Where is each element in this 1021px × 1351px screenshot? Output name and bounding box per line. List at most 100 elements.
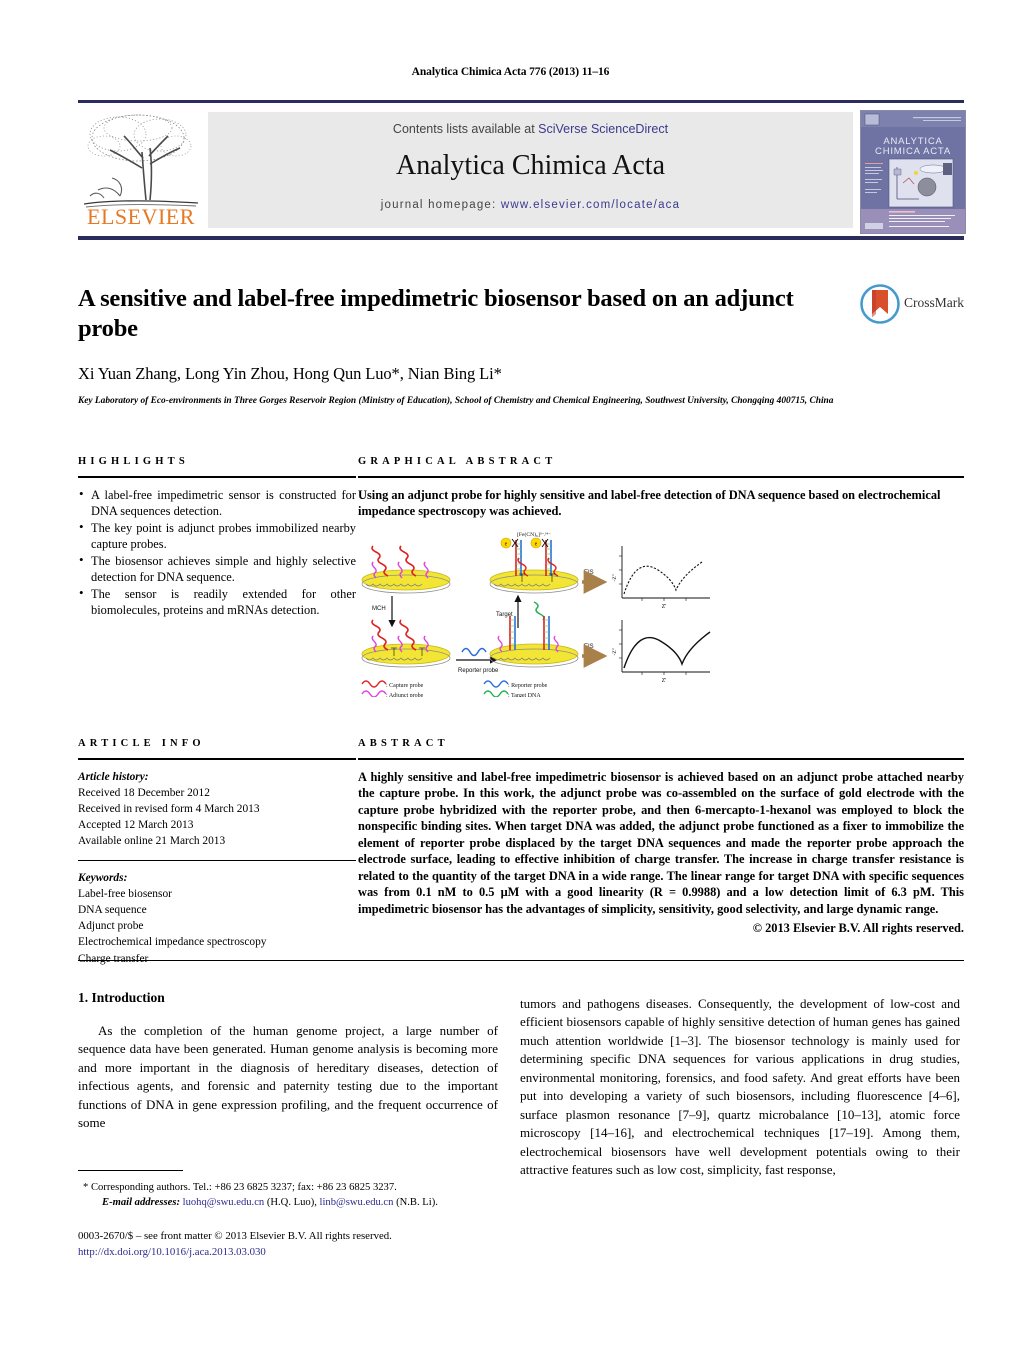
history-item: Received in revised form 4 March 2013 — [78, 802, 260, 815]
graphical-abstract-figure: MCH Reporter probe e e [Fe(CN)₆]³⁻/⁴⁻ Ta… — [358, 531, 753, 699]
abstract-rule — [358, 758, 964, 760]
masthead-top-rule — [78, 100, 964, 103]
abstract-text: A highly sensitive and label-free impedi… — [358, 769, 964, 916]
svg-text:e: e — [505, 542, 508, 548]
svg-text:CHIMICA ACTA: CHIMICA ACTA — [875, 146, 951, 157]
footnotes: * Corresponding authors. Tel.: +86 23 68… — [78, 1180, 508, 1210]
list-item: The sensor is readily extended for other… — [78, 585, 356, 618]
contents-prefix: Contents lists available at — [392, 122, 539, 136]
body-column-right: tumors and pathogens diseases. Consequen… — [520, 995, 960, 1180]
keyword-item: Label-free biosensor — [78, 887, 172, 900]
corresponding-author-note: * Corresponding authors. Tel.: +86 23 68… — [83, 1182, 397, 1193]
abstract-section: ABSTRACT A highly sensitive and label-fr… — [358, 738, 964, 936]
article-page: Analytica Chimica Acta 776 (2013) 11–16 — [0, 0, 1021, 1351]
elsevier-tree-icon — [83, 114, 199, 208]
email-addresses-note: E-mail addresses: luohq@swu.edu.cn (H.Q.… — [78, 1195, 508, 1210]
eis-bottom: EIS — [582, 644, 608, 669]
graphical-abstract-section: GRAPHICAL ABSTRACT Using an adjunct prob… — [358, 456, 964, 699]
email-link-2[interactable]: linb@swu.edu.cn — [320, 1197, 394, 1208]
keywords-label: Keywords: — [78, 871, 128, 884]
footnote-rule — [78, 1170, 183, 1172]
highlights-section: HIGHLIGHTS A label-free impedimetric sen… — [78, 456, 356, 620]
article-history: Article history: Received 18 December 20… — [78, 769, 356, 850]
panel-a — [361, 545, 451, 594]
svg-text:-Z": -Z" — [612, 574, 618, 581]
panel-d — [489, 616, 579, 668]
doi-link[interactable]: http://dx.doi.org/10.1016/j.aca.2013.03.… — [78, 1244, 508, 1260]
issn-front-matter: 0003-2670/$ – see front matter © 2013 El… — [78, 1230, 392, 1242]
keywords-divider — [78, 859, 356, 861]
biosensor-scheme-diagram: MCH Reporter probe e e [Fe(CN)₆]³⁻/⁴⁻ Ta… — [361, 531, 711, 699]
imprint-block: 0003-2670/$ – see front matter © 2013 El… — [78, 1228, 508, 1260]
target-step: Target — [496, 595, 545, 629]
cover-artwork: ANALYTICA CHIMICA ACTA — [861, 111, 965, 233]
figure-legend: : Capture probe : Adjunct probe : Report… — [361, 680, 548, 699]
highlights-heading: HIGHLIGHTS — [78, 456, 189, 467]
panel-c — [361, 619, 451, 668]
elsevier-wordmark: ELSEVIER — [87, 204, 195, 229]
abstract-copyright: © 2013 Elsevier B.V. All rights reserved… — [752, 920, 964, 935]
nyquist-plot-bottom: -Z" Z' — [612, 620, 711, 684]
section-heading-introduction: 1. Introduction — [78, 990, 165, 1005]
list-item: A label-free impedimetric sensor is cons… — [78, 486, 356, 519]
intro-paragraph-left: As the completion of the human genome pr… — [78, 1023, 498, 1131]
highlights-rule — [78, 476, 356, 478]
email-addresses-label: E-mail addresses: — [102, 1197, 180, 1209]
email-link-1[interactable]: luohq@swu.edu.cn — [183, 1197, 265, 1208]
list-item: The key point is adjunct probes immobili… — [78, 519, 356, 552]
author-list: Xi Yuan Zhang, Long Yin Zhou, Hong Qun L… — [78, 364, 502, 384]
graphical-abstract-rule — [358, 476, 964, 478]
running-head: Analytica Chimica Acta 776 (2013) 11–16 — [411, 66, 610, 78]
journal-title: Analytica Chimica Acta — [395, 150, 666, 181]
mch-step: MCH — [372, 596, 396, 628]
homepage-url-link[interactable]: www.elsevier.com/locate/aca — [501, 199, 680, 211]
svg-text:Z': Z' — [662, 678, 667, 684]
svg-text:Z': Z' — [662, 604, 667, 610]
body-separator-rule — [78, 960, 964, 962]
keyword-item: DNA sequence — [78, 904, 147, 916]
graphical-abstract-heading: GRAPHICAL ABSTRACT — [358, 456, 557, 467]
history-item: Accepted 12 March 2013 — [78, 819, 194, 832]
svg-text:: Adjunct probe: : Adjunct probe — [386, 693, 424, 697]
body-column-left: 1. Introduction As the completion of the… — [78, 990, 498, 1133]
svg-text:-Z": -Z" — [612, 648, 618, 655]
svg-text:MCH: MCH — [372, 606, 386, 612]
crossmark-label: CrossMark — [904, 295, 964, 310]
affiliation: Key Laboratory of Eco-environments in Th… — [78, 396, 834, 407]
list-item: The biosensor achieves simple and highly… — [78, 552, 356, 585]
keyword-item: Electrochemical impedance spectroscopy — [78, 936, 267, 949]
graphical-abstract-text: Using an adjunct probe for highly sensit… — [358, 487, 941, 518]
intro-paragraph-right: tumors and pathogens diseases. Consequen… — [520, 996, 960, 1178]
svg-text:Reporter probe: Reporter probe — [458, 668, 499, 674]
highlights-list: A label-free impedimetric sensor is cons… — [78, 486, 356, 619]
panel-b: e e [Fe(CN)₆]³⁻/⁴⁻ — [489, 531, 579, 594]
journal-cover-thumbnail: ANALYTICA CHIMICA ACTA — [860, 110, 966, 234]
keyword-item: Charge transfer — [78, 952, 149, 965]
email-owner-1: (H.Q. Luo), — [266, 1197, 317, 1209]
crossmark-badge[interactable]: CrossMark — [860, 284, 970, 328]
svg-text:EIS: EIS — [584, 644, 594, 650]
crossmark-icon — [860, 284, 900, 324]
masthead-bottom-rule — [78, 236, 964, 240]
article-history-label: Article history: — [78, 770, 149, 783]
article-info-rule — [78, 758, 356, 760]
title-block: A sensitive and label-free impedimetric … — [78, 284, 964, 409]
keyword-item: Adjunct probe — [78, 920, 144, 933]
abstract-heading: ABSTRACT — [358, 738, 449, 749]
journal-homepage-line: journal homepage: www.elsevier.com/locat… — [208, 199, 853, 211]
eis-top: EIS — [582, 570, 608, 595]
nyquist-plot-top: -Z" Z' — [612, 546, 710, 610]
journal-masthead: ELSEVIER Contents lists available at Sci… — [78, 100, 966, 240]
sciencedirect-link[interactable]: SciVerse ScienceDirect — [538, 122, 668, 136]
svg-text:: Reporter probe: : Reporter probe — [508, 683, 548, 689]
svg-text:e: e — [535, 542, 538, 548]
history-item: Available online 21 March 2013 — [78, 835, 226, 848]
svg-text:: Target DNA: : Target DNA — [508, 693, 541, 697]
journal-header-box: Contents lists available at SciVerse Sci… — [208, 112, 853, 228]
article-info-section: ARTICLE INFO Article history: Received 1… — [78, 738, 356, 967]
homepage-prefix: journal homepage: — [380, 199, 501, 211]
article-info-heading: ARTICLE INFO — [78, 738, 205, 749]
elsevier-logo: ELSEVIER — [80, 108, 202, 232]
svg-text:[Fe(CN)₆]³⁻/⁴⁻: [Fe(CN)₆]³⁻/⁴⁻ — [517, 532, 551, 538]
keywords-list: Keywords: Label-free biosensor DNA seque… — [78, 870, 356, 967]
